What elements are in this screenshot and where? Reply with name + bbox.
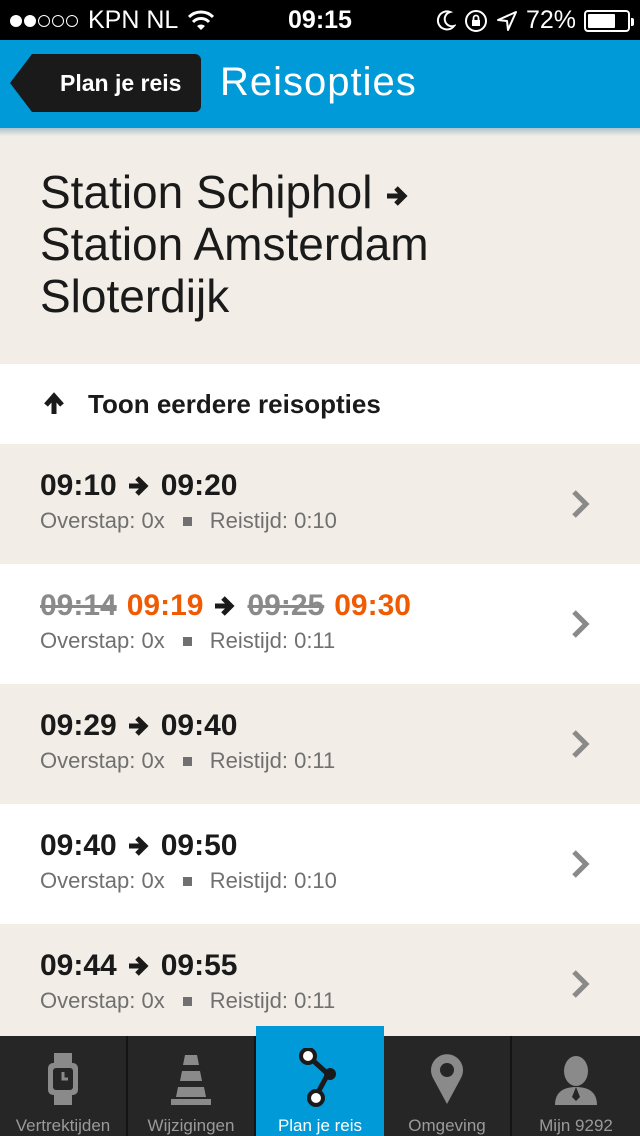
tab-label: Vertrektijden (15, 1116, 111, 1135)
departure-time: 09:29 (40, 709, 117, 742)
tab-mijn-9292[interactable]: Mijn 9292 (512, 1036, 640, 1136)
route-text: Station Schiphol Station Amsterdam Slote… (40, 166, 600, 322)
travel-duration: Reistijd: 0:10 (209, 508, 337, 533)
actual-departure-time: 09:19 (126, 589, 204, 622)
trip-details: Overstap: 0x Reistijd: 0:11 (40, 628, 640, 654)
back-button[interactable]: Plan je reis (9, 54, 202, 112)
transfer-count: Overstap: 0x (40, 748, 165, 773)
location-arrow-icon (496, 10, 517, 31)
separator-icon (182, 636, 192, 646)
location-pin-icon (431, 1054, 463, 1104)
tab-plan-je-reis[interactable]: Plan je reis (256, 1026, 384, 1136)
trip-row[interactable]: 09:10 09:20 Overstap: 0x Reistijd: 0:10 (0, 444, 640, 564)
tab-label: Wijzigingen (147, 1116, 235, 1135)
trip-times: 09:40 09:50 (40, 828, 640, 864)
arrow-right-icon (128, 956, 149, 976)
arrow-right-icon (128, 716, 149, 736)
arrow-right-icon (215, 596, 236, 616)
travel-duration: Reistijd: 0:10 (209, 868, 337, 893)
departure-time: 09:44 (40, 949, 117, 982)
battery-percentage: 72% (525, 6, 576, 34)
show-earlier-options-label: Toon eerdere reisopties (88, 388, 381, 419)
separator-icon (182, 876, 192, 886)
trip-details: Overstap: 0x Reistijd: 0:11 (40, 988, 640, 1014)
trip-details: Overstap: 0x Reistijd: 0:10 (40, 868, 640, 894)
arrival-time: 09:40 (160, 709, 238, 742)
route-icon (299, 1048, 336, 1107)
status-bar: KPN NL 09:15 72% (0, 0, 640, 40)
user-icon (555, 1056, 597, 1105)
navigation-bar: Plan je reis Reisopties (0, 40, 640, 128)
actual-arrival-time: 09:30 (334, 589, 411, 622)
transfer-count: Overstap: 0x (40, 868, 165, 893)
arrival-time: 09:50 (160, 829, 238, 862)
trip-row[interactable]: 09:40 09:50 Overstap: 0x Reistijd: 0:10 (0, 804, 640, 924)
trip-details: Overstap: 0x Reistijd: 0:11 (40, 748, 640, 774)
chevron-right-icon (572, 730, 590, 758)
tab-bar: Vertrektijden Wijzigingen Plan je reis O… (0, 1026, 640, 1136)
tab-vertrektijden[interactable]: Vertrektijden (0, 1036, 128, 1136)
tab-wijzigingen[interactable]: Wijzigingen (128, 1036, 256, 1136)
transfer-count: Overstap: 0x (40, 628, 165, 653)
page-title: Reisopties (220, 60, 417, 104)
transfer-count: Overstap: 0x (40, 988, 165, 1013)
tab-omgeving[interactable]: Omgeving (384, 1036, 512, 1136)
travel-duration: Reistijd: 0:11 (209, 988, 336, 1013)
arrival-time: 09:20 (160, 469, 238, 502)
travel-duration: Reistijd: 0:11 (209, 628, 336, 653)
arrow-up-icon (44, 392, 64, 414)
route-origin: Station Schiphol (40, 166, 373, 218)
trip-times: 09:44 09:55 (40, 948, 640, 984)
trip-times: 09:29 09:40 (40, 708, 640, 744)
tab-label: Plan je reis (277, 1116, 363, 1135)
trip-row[interactable]: 09:29 09:40 Overstap: 0x Reistijd: 0:11 (0, 684, 640, 804)
show-earlier-options-button[interactable]: Toon eerdere reisopties (0, 364, 640, 444)
trip-times: 09:10 09:20 (40, 468, 640, 504)
planned-arrival-time: 09:25 (247, 589, 325, 622)
chevron-right-icon (572, 850, 590, 878)
route-destination: Station Amsterdam Sloterdijk (40, 218, 429, 322)
trip-list: 09:10 09:20 Overstap: 0x Reistijd: 0:10 … (0, 444, 640, 1044)
arrival-time: 09:55 (160, 949, 238, 982)
travel-duration: Reistijd: 0:11 (209, 748, 336, 773)
nav-shadow (0, 128, 640, 136)
trip-details: Overstap: 0x Reistijd: 0:10 (40, 508, 640, 534)
traffic-cone-icon (171, 1055, 211, 1105)
arrow-right-icon (387, 186, 408, 206)
trip-row[interactable]: 09:14 09:19 09:25 09:30 Overstap: 0x Rei… (0, 564, 640, 684)
transfer-count: Overstap: 0x (40, 508, 165, 533)
separator-icon (182, 756, 192, 766)
tab-label: Mijn 9292 (539, 1116, 613, 1135)
route-header: Station Schiphol Station Amsterdam Slote… (0, 136, 640, 362)
chevron-right-icon (572, 490, 590, 518)
separator-icon (182, 516, 192, 526)
chevron-right-icon (572, 970, 590, 998)
arrow-right-icon (128, 476, 149, 496)
planned-departure-time: 09:14 (40, 589, 117, 622)
chevron-right-icon (572, 610, 590, 638)
watch-icon (48, 1053, 78, 1105)
separator-icon (182, 996, 192, 1006)
tab-label: Omgeving (408, 1116, 486, 1135)
trip-times: 09:14 09:19 09:25 09:30 (40, 588, 640, 624)
departure-time: 09:10 (40, 469, 117, 502)
rotation-lock-icon (464, 9, 487, 32)
moon-icon (436, 9, 456, 30)
status-right: 72% (436, 6, 634, 35)
battery-icon (584, 9, 634, 32)
arrow-right-icon (128, 836, 149, 856)
departure-time: 09:40 (40, 829, 117, 862)
